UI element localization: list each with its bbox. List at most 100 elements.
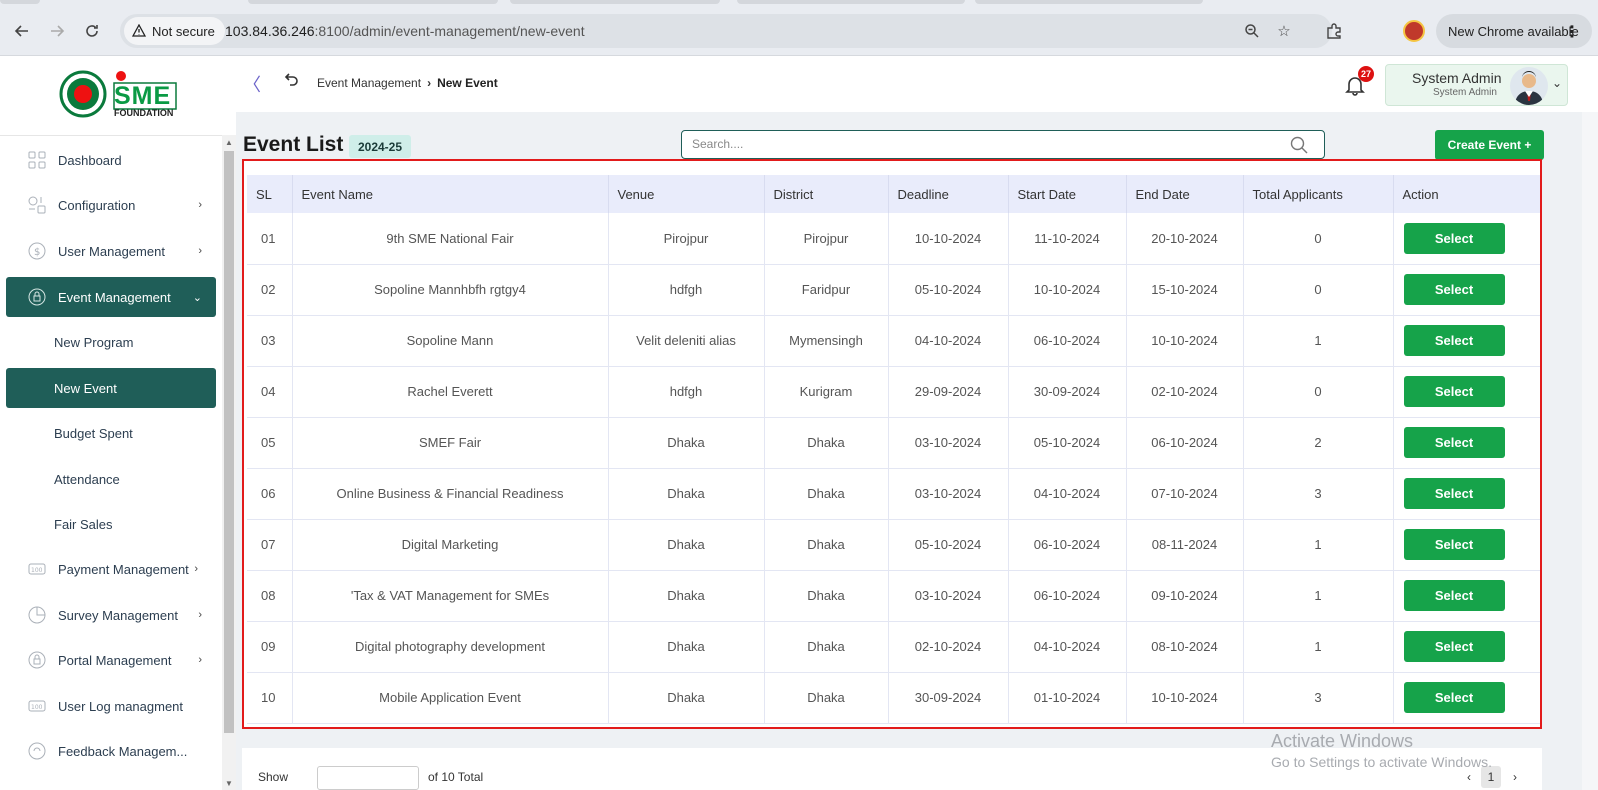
cell-action: Select (1393, 519, 1540, 570)
select-button[interactable]: Select (1403, 376, 1505, 407)
address-bar[interactable]: Not secure 103.84.36.246:8100/admin/even… (120, 14, 1332, 48)
sidebar-item-user-log[interactable]: 100 User Log managment (6, 686, 216, 726)
cell-deadline: 03-10-2024 (888, 468, 1009, 519)
breadcrumb: Event Management › New Event (317, 76, 498, 90)
sidebar-subitem-attendance[interactable]: Attendance (6, 459, 216, 499)
sidebar-subitem-new-event[interactable]: New Event (6, 368, 216, 408)
sidebar-item-payment-management[interactable]: 100 Payment Management › (6, 549, 216, 589)
cell-start: 30-09-2024 (1008, 366, 1127, 417)
cell-district: Dhaka (764, 417, 889, 468)
sidebar-item-feedback-management[interactable]: Feedback Managem... (6, 731, 216, 771)
browser-toolbar: Not secure 103.84.36.246:8100/admin/even… (0, 0, 1598, 56)
cell-action: Select (1393, 366, 1540, 417)
logo-text: SME (114, 82, 172, 110)
show-label: Show (258, 770, 289, 784)
select-button[interactable]: Select (1403, 529, 1505, 560)
sidebar-subitem-label: New Event (54, 380, 117, 396)
table-row: 02 Sopoline Mannhbfh rgtgy4 hdfgh Faridpur 0… (247, 264, 1540, 315)
svg-text:100: 100 (31, 704, 43, 711)
page-scrollbar[interactable] (1582, 112, 1598, 790)
sidebar-subitem-label: Budget Spent (54, 425, 133, 441)
user-icon: $ (28, 242, 46, 260)
cell-venue: Dhaka (608, 621, 765, 672)
next-page-icon[interactable]: › (1505, 766, 1525, 788)
cell-sl: 02 (247, 264, 293, 315)
create-event-button[interactable]: Create Event + (1435, 130, 1544, 160)
zoom-icon[interactable] (1242, 21, 1262, 41)
column-header: Total Applicants (1243, 175, 1394, 213)
scroll-down-icon[interactable]: ▼ (225, 779, 233, 788)
sidebar-item-event-management[interactable]: Event Management ⌄ (6, 277, 216, 317)
sidebar-item-configuration[interactable]: Configuration › (6, 185, 216, 225)
profile-avatar[interactable] (1403, 20, 1425, 42)
select-button[interactable]: Select (1403, 325, 1505, 356)
extensions-icon[interactable] (1323, 20, 1345, 42)
cell-sl: 04 (247, 366, 293, 417)
sidebar-item-survey-management[interactable]: Survey Management › (6, 595, 216, 635)
select-button[interactable]: Select (1403, 222, 1505, 254)
select-button[interactable]: Select (1403, 478, 1505, 509)
sidebar-item-label: Configuration (58, 197, 136, 213)
sidebar-subitem-budget-spent[interactable]: Budget Spent (6, 413, 216, 453)
cell-deadline: 05-10-2024 (888, 264, 1009, 315)
cell-end: 08-10-2024 (1126, 621, 1244, 672)
search-icon[interactable] (1290, 136, 1308, 154)
cell-deadline: 03-10-2024 (888, 570, 1009, 621)
sidebar-subitem-new-program[interactable]: New Program (6, 322, 216, 362)
forward-icon[interactable] (45, 19, 69, 43)
cell-venue: Dhaka (608, 417, 765, 468)
search-input[interactable] (692, 137, 1272, 151)
sidebar-item-portal-management[interactable]: Portal Management › (6, 640, 216, 680)
sidebar: Dashboard Configuration › $ User Managem… (0, 135, 222, 790)
event-table-container: SL Event Name Venue District Deadline St… (242, 159, 1542, 729)
user-menu[interactable]: System Admin System Admin ⌄ (1385, 64, 1568, 106)
cell-deadline: 30-09-2024 (888, 672, 1009, 723)
cell-venue: Pirojpur (608, 213, 765, 264)
sidebar-item-dashboard[interactable]: Dashboard (6, 140, 216, 180)
notification-bell-icon[interactable]: 27 (1344, 66, 1375, 98)
cell-district: Dhaka (764, 570, 889, 621)
reload-icon[interactable] (80, 19, 104, 43)
menu-dots-icon[interactable]: ⋮ (1564, 22, 1580, 42)
payment-icon: 100 (28, 560, 46, 578)
breadcrumb-parent[interactable]: Event Management (317, 76, 421, 90)
cell-action: Select (1393, 468, 1540, 519)
cell-sl: 03 (247, 315, 293, 366)
cell-district: Kurigram (764, 366, 889, 417)
select-button[interactable]: Select (1403, 427, 1505, 458)
update-label: New Chrome available (1448, 23, 1579, 39)
undo-back-icon[interactable] (284, 71, 300, 92)
select-button[interactable]: Select (1403, 682, 1505, 713)
select-button[interactable]: Select (1403, 580, 1505, 611)
cell-end: 10-10-2024 (1126, 315, 1244, 366)
cell-district: Dhaka (764, 621, 889, 672)
update-chrome-button[interactable]: New Chrome available ⋮ (1436, 14, 1592, 48)
cell-action: Select (1393, 672, 1540, 723)
page-size-select[interactable] (317, 766, 419, 790)
cell-start: 06-10-2024 (1008, 570, 1127, 621)
column-header: Event Name (292, 175, 609, 213)
search-box[interactable] (681, 130, 1325, 159)
cell-sl: 08 (247, 570, 293, 621)
cell-action: Select (1393, 264, 1540, 315)
column-header: Venue (608, 175, 765, 213)
select-button[interactable]: Select (1403, 274, 1505, 305)
cell-name: Online Business & Financial Readiness (292, 468, 609, 519)
sidebar-scrollbar[interactable]: ▲ ▼ (222, 135, 236, 790)
bookmark-star-icon[interactable]: ☆ (1274, 21, 1294, 41)
back-icon[interactable] (10, 19, 34, 43)
sidebar-item-user-management[interactable]: $ User Management › (6, 231, 216, 271)
cell-sl: 05 (247, 417, 293, 468)
sidebar-item-label: Payment Management (58, 561, 189, 577)
sidebar-scroll-thumb[interactable] (224, 151, 234, 733)
collapse-sidebar-icon[interactable]: 〈 (243, 71, 261, 97)
cell-applicants: 0 (1243, 264, 1394, 315)
table-row: 10 Mobile Application Event Dhaka Dhaka 30-0… (247, 672, 1540, 723)
event-table: SL Event Name Venue District Deadline St… (247, 175, 1540, 724)
sidebar-subitem-fair-sales[interactable]: Fair Sales (6, 504, 216, 544)
chevron-right-icon: › (198, 245, 202, 257)
security-chip[interactable]: Not secure (124, 17, 225, 45)
select-button[interactable]: Select (1403, 631, 1505, 662)
scroll-up-icon[interactable]: ▲ (225, 138, 233, 147)
chevron-down-icon: ⌄ (1552, 76, 1563, 90)
